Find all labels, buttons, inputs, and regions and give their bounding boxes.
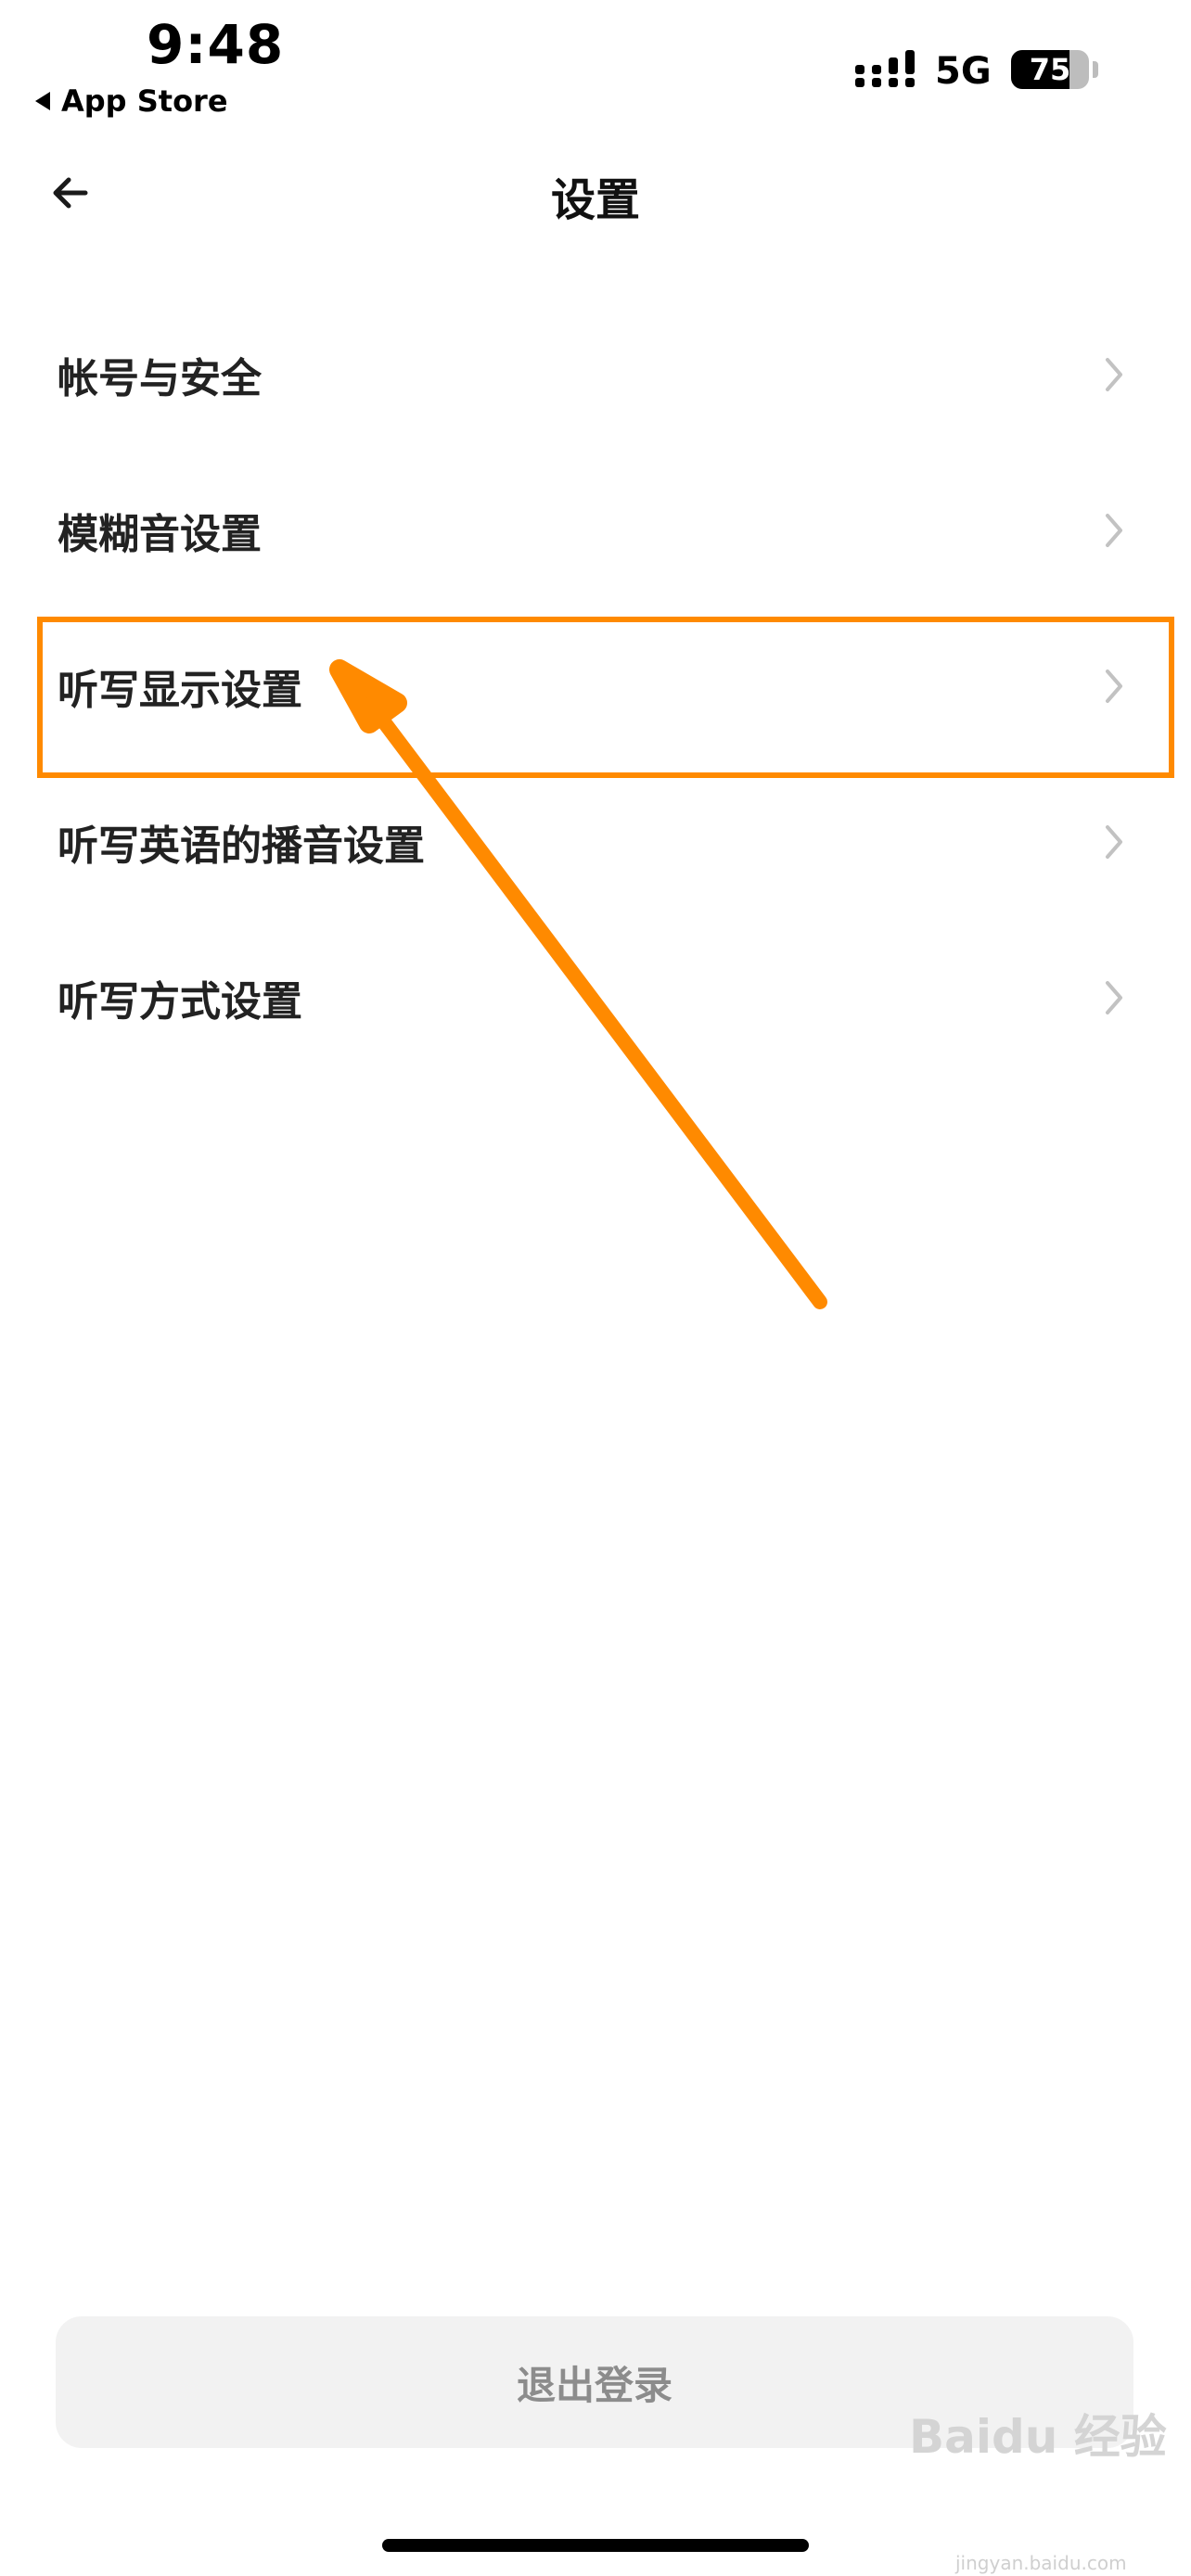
return-app-label: App Store: [61, 83, 228, 119]
battery-icon: 75: [1011, 50, 1089, 89]
network-type: 5G: [935, 50, 992, 93]
page-title: 设置: [550, 174, 640, 226]
chevron-right-icon: [1106, 514, 1122, 547]
signal-icon: [855, 50, 915, 87]
settings-item-fuzzy-pinyin[interactable]: 模糊音设置: [0, 453, 1191, 608]
watermark-logo: Baidu 经验: [909, 2410, 1167, 2464]
settings-item-label: 听写英语的播音设置: [58, 823, 425, 870]
chevron-right-icon: [1106, 358, 1122, 391]
settings-item-label: 听写显示设置: [58, 667, 302, 714]
settings-item-dictation-display[interactable]: 听写显示设置: [0, 608, 1191, 764]
return-to-app-store[interactable]: App Store: [35, 83, 228, 119]
settings-item-english-voice[interactable]: 听写英语的播音设置: [0, 764, 1191, 920]
chevron-right-icon: [1106, 981, 1122, 1014]
settings-item-account-security[interactable]: 帐号与安全: [0, 297, 1191, 453]
watermark-url: jingyan.baidu.com: [955, 2552, 1127, 2574]
settings-item-dictation-mode[interactable]: 听写方式设置: [0, 920, 1191, 1076]
back-triangle-icon: [35, 92, 50, 110]
settings-item-label: 模糊音设置: [58, 511, 262, 558]
chevron-right-icon: [1106, 825, 1122, 859]
battery-percent: 75: [1029, 52, 1071, 87]
status-time: 9:48: [147, 13, 285, 76]
battery-tip: [1093, 61, 1098, 78]
settings-list: 帐号与安全 模糊音设置 听写显示设置 听写英语的播音设置 听写方式设置: [0, 297, 1191, 1076]
settings-item-label: 帐号与安全: [58, 355, 262, 402]
settings-item-label: 听写方式设置: [58, 978, 302, 1026]
home-indicator[interactable]: [382, 2539, 809, 2552]
chevron-right-icon: [1106, 670, 1122, 703]
